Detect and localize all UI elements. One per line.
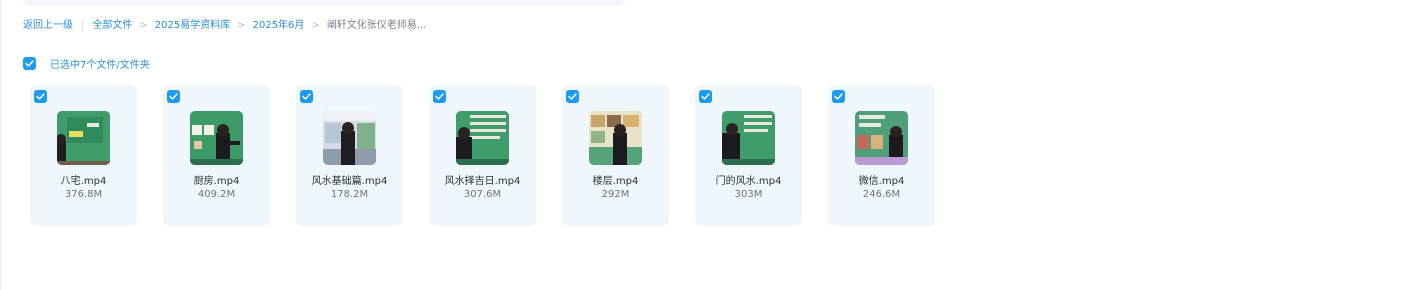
file-checkbox[interactable] xyxy=(34,90,47,103)
breadcrumb-item-library[interactable]: 2025易学资料库 xyxy=(155,19,230,33)
check-icon xyxy=(169,93,178,100)
file-name: 八宅.mp4 xyxy=(60,176,107,187)
breadcrumb-divider: | xyxy=(81,20,85,31)
video-thumbnail-icon xyxy=(456,111,509,165)
video-thumbnail-icon xyxy=(57,111,110,165)
file-checkbox[interactable] xyxy=(433,90,446,103)
check-icon xyxy=(435,93,444,100)
video-thumbnail-icon xyxy=(190,111,243,165)
file-checkbox[interactable] xyxy=(167,90,180,103)
check-icon xyxy=(568,93,577,100)
search-bar-edge xyxy=(23,0,625,6)
breadcrumb-item-month[interactable]: 2025年6月 xyxy=(253,19,305,33)
file-card[interactable]: 微信.mp4 246.6M xyxy=(828,85,935,226)
file-checkbox[interactable] xyxy=(300,90,313,103)
file-name: 微信.mp4 xyxy=(858,176,905,187)
selection-count-label: 已选中7个文件/文件夹 xyxy=(50,60,150,71)
file-card[interactable]: 风水择吉日.mp4 307.6M xyxy=(429,85,536,226)
breadcrumb-item-current: 阐轩文化张仪老师易... xyxy=(326,20,427,31)
file-card[interactable]: 门的风水.mp4 303M xyxy=(695,85,802,226)
check-icon xyxy=(36,93,45,100)
check-icon xyxy=(25,60,34,67)
breadcrumb-separator: > xyxy=(311,20,320,31)
file-checkbox[interactable] xyxy=(832,90,845,103)
file-name: 门的风水.mp4 xyxy=(715,176,782,187)
breadcrumb-separator: > xyxy=(139,20,148,31)
file-name: 风水基础篇.mp4 xyxy=(311,176,388,187)
breadcrumb-item-all-files[interactable]: 全部文件 xyxy=(92,19,132,33)
file-card[interactable]: 八宅.mp4 376.8M xyxy=(30,85,137,226)
file-size: 307.6M xyxy=(463,189,502,200)
video-thumbnail-icon xyxy=(323,111,376,165)
check-icon xyxy=(834,93,843,100)
file-name: 厨房.mp4 xyxy=(193,176,240,187)
video-thumbnail-icon xyxy=(722,111,775,165)
file-size: 376.8M xyxy=(64,189,103,200)
breadcrumb-separator: > xyxy=(237,20,246,31)
file-name: 风水择吉日.mp4 xyxy=(444,176,521,187)
breadcrumb: 返回上一级 | 全部文件 > 2025易学资料库 > 2025年6月 > 阐轩文… xyxy=(23,19,426,33)
file-grid: 八宅.mp4 376.8M 厨房.mp4 409.2M 风水基础篇.mp4 17… xyxy=(30,85,935,226)
check-icon xyxy=(701,93,710,100)
file-size: 409.2M xyxy=(197,189,236,200)
file-checkbox[interactable] xyxy=(566,90,579,103)
file-card[interactable]: 楼层.mp4 292M xyxy=(562,85,669,226)
file-browser-page: 返回上一级 | 全部文件 > 2025易学资料库 > 2025年6月 > 阐轩文… xyxy=(0,0,1401,290)
file-card[interactable]: 厨房.mp4 409.2M xyxy=(163,85,270,226)
file-checkbox[interactable] xyxy=(699,90,712,103)
file-name: 楼层.mp4 xyxy=(592,176,639,187)
video-thumbnail-icon xyxy=(855,111,908,165)
file-size: 303M xyxy=(734,189,763,200)
back-link[interactable]: 返回上一级 xyxy=(23,19,73,33)
video-thumbnail-icon xyxy=(589,111,642,165)
check-icon xyxy=(302,93,311,100)
file-size: 246.6M xyxy=(862,189,901,200)
file-size: 292M xyxy=(601,189,630,200)
select-all-row: 已选中7个文件/文件夹 xyxy=(23,56,150,71)
file-card[interactable]: 风水基础篇.mp4 178.2M xyxy=(296,85,403,226)
select-all-checkbox[interactable] xyxy=(23,57,36,70)
file-size: 178.2M xyxy=(330,189,369,200)
